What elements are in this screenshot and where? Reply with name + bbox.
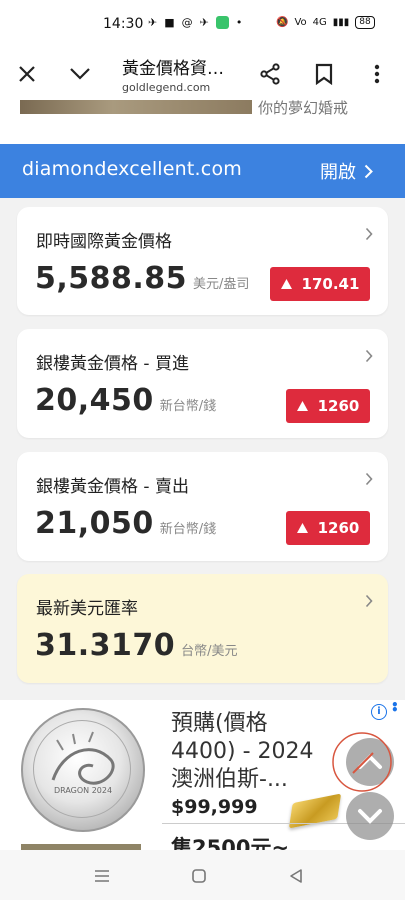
- page-title: 黃金價格資…: [122, 59, 224, 79]
- card-unit: 美元/盎司: [193, 277, 250, 292]
- bookmark-icon: [315, 63, 333, 85]
- battery-icon: 88: [355, 16, 375, 29]
- next-ad-title[interactable]: 隼2500元~: [171, 832, 289, 850]
- chevron-right-icon: [364, 164, 373, 178]
- card-value: 21,050: [35, 506, 154, 541]
- shopee-icon: ■: [164, 16, 175, 29]
- ad-close-ring-icon[interactable]: [331, 731, 395, 795]
- banner-open-button[interactable]: 開啟: [320, 158, 373, 184]
- card-title: 即時國際黃金價格: [36, 232, 172, 252]
- card-value-row: 21,050 新台幣/錢: [35, 506, 216, 541]
- dot-icon: •: [235, 16, 243, 29]
- line-icon: [215, 16, 229, 29]
- status-notification-icons: ✈ ■ @ ✈ •: [148, 16, 242, 29]
- card-unit: 新台幣/錢: [159, 522, 217, 537]
- card-title: 銀樓黃金價格 - 買進: [36, 354, 189, 374]
- chevron-right-icon: [365, 472, 373, 486]
- back-button[interactable]: [284, 864, 308, 888]
- price-change-badge: 170.41: [270, 267, 370, 301]
- chevron-down-icon: [70, 68, 90, 80]
- usd-exchange-rate-card[interactable]: 最新美元匯率 31.3170 台幣/美元: [17, 574, 388, 683]
- home-button[interactable]: [187, 864, 211, 888]
- card-value: 31.3170: [35, 628, 176, 663]
- system-nav-bar: [0, 850, 405, 900]
- ad-title[interactable]: 預購(價格4400) - 2024 澳洲伯斯-...: [171, 710, 331, 794]
- mute-icon: 🔕: [276, 17, 289, 28]
- ring-ad-text: 你的夢幻婚戒: [258, 100, 349, 117]
- card-unit: 台幣/美元: [181, 644, 238, 659]
- scroll-down-button[interactable]: [346, 792, 394, 840]
- chevron-right-icon: [365, 594, 373, 608]
- menu-icon: [95, 870, 109, 882]
- card-title: 銀樓黃金價格 - 賣出: [36, 477, 189, 497]
- card-value-row: 31.3170 台幣/美元: [35, 628, 238, 663]
- card-unit: 新台幣/錢: [159, 399, 217, 414]
- ad-menu-icon[interactable]: • •: [391, 700, 399, 716]
- price-change-badge: 1260: [286, 511, 370, 545]
- ad-price: $99,999: [171, 796, 258, 818]
- status-system-icons: 🔕 Vo 4G ▮▮▮ 88: [276, 16, 375, 29]
- price-change-badge: 1260: [286, 389, 370, 423]
- open-site-banner[interactable]: diamondexcellent.com 開啟: [0, 144, 405, 198]
- ring-ad-image: [20, 100, 252, 114]
- home-square-icon: [192, 869, 206, 883]
- ad-info-icon[interactable]: i: [371, 704, 387, 720]
- dragon-relief-icon: [51, 731, 115, 785]
- page-title-block: 黃金價格資… goldlegend.com: [122, 54, 242, 94]
- threads-icon: @: [181, 16, 193, 29]
- share-button[interactable]: [254, 58, 286, 90]
- chevron-right-icon: [365, 227, 373, 241]
- banner-open-label: 開啟: [320, 162, 356, 183]
- shortcut-icon: ✈: [148, 16, 158, 29]
- shop-gold-sell-card[interactable]: 銀樓黃金價格 - 賣出 21,050 新台幣/錢 1260: [17, 452, 388, 561]
- coin-image: DRAGON 2024: [21, 708, 145, 832]
- intl-gold-price-card[interactable]: 即時國際黃金價格 5,588.85 美元/盎司 170.41: [17, 207, 388, 315]
- card-value-row: 20,450 新台幣/錢: [35, 383, 216, 418]
- share-icon: [260, 63, 280, 85]
- price-change-value: 170.41: [301, 275, 360, 293]
- more-options-button[interactable]: [361, 58, 393, 90]
- signal-icon: ▮▮▮: [332, 17, 350, 28]
- bookmark-button[interactable]: [308, 58, 340, 90]
- back-triangle-icon: [290, 869, 302, 883]
- chevron-down-icon: [358, 809, 382, 824]
- shortcut-icon: ✈: [199, 16, 209, 29]
- recents-button[interactable]: [90, 864, 114, 888]
- status-bar: 14:30 ✈ ■ @ ✈ • 🔕 Vo 4G ▮▮▮ 88: [0, 0, 405, 48]
- page-domain: goldlegend.com: [122, 81, 211, 94]
- banner-domain: diamondexcellent.com: [22, 158, 242, 180]
- coin-caption: DRAGON 2024: [53, 786, 113, 795]
- arrow-up-icon: [296, 401, 308, 411]
- close-icon: [19, 66, 35, 82]
- network-label: 4G: [312, 17, 327, 28]
- arrow-up-icon: [280, 279, 292, 289]
- top-ad-strip: 你的夢幻婚戒: [0, 100, 405, 144]
- chevron-right-icon: [365, 349, 373, 363]
- arrow-up-icon: [296, 523, 308, 533]
- price-change-value: 1260: [317, 397, 360, 415]
- vo-lte-icon: Vo: [294, 17, 307, 28]
- card-value: 5,588.85: [35, 261, 188, 296]
- status-time: 14:30: [103, 16, 144, 32]
- card-title: 最新美元匯率: [36, 599, 138, 619]
- more-vertical-icon: [374, 64, 380, 84]
- price-change-value: 1260: [317, 519, 360, 537]
- shop-gold-buy-card[interactable]: 銀樓黃金價格 - 買進 20,450 新台幣/錢 1260: [17, 329, 388, 438]
- close-button[interactable]: [11, 58, 43, 90]
- collapse-button[interactable]: [64, 58, 96, 90]
- card-value: 20,450: [35, 383, 154, 418]
- browser-app-bar: 黃金價格資… goldlegend.com: [0, 48, 405, 100]
- card-value-row: 5,588.85 美元/盎司: [35, 261, 249, 296]
